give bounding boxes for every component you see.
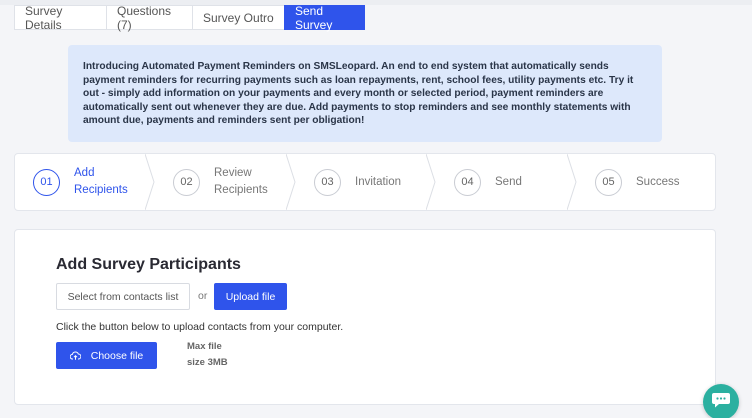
- step-number: 05: [595, 168, 622, 196]
- step-send[interactable]: 04 Send: [436, 154, 577, 210]
- upload-file-button[interactable]: Upload file: [214, 283, 287, 310]
- chat-button[interactable]: [703, 384, 739, 418]
- upload-hint: Click the button below to upload contact…: [56, 321, 344, 333]
- step-label: Add Recipients: [74, 167, 128, 196]
- step-separator: [145, 154, 155, 210]
- step-label: Success: [636, 175, 680, 188]
- add-participants-card: Add Survey Participants Select from cont…: [14, 229, 716, 405]
- step-number: 03: [314, 168, 341, 196]
- tab-questions[interactable]: Questions (7): [106, 4, 192, 32]
- step-number: 01: [33, 168, 60, 196]
- step-number: 02: [173, 168, 200, 196]
- step-number: 04: [454, 168, 481, 196]
- max-file-size: Max file size 3MB: [187, 341, 228, 368]
- cloud-upload-icon: [69, 351, 81, 360]
- tab-survey-details[interactable]: Survey Details: [14, 4, 106, 32]
- or-label: or: [198, 290, 208, 302]
- step-separator: [286, 154, 296, 210]
- tab-send-survey[interactable]: Send Survey: [284, 4, 365, 32]
- step-label: Review Recipients: [214, 167, 268, 196]
- step-success[interactable]: 05 Success: [577, 154, 715, 210]
- tab-survey-outro[interactable]: Survey Outro: [192, 5, 284, 30]
- send-steps: 01 Add Recipients 02 Review Recipients 0…: [14, 153, 716, 211]
- step-review-recipients[interactable]: 02 Review Recipients: [155, 154, 296, 210]
- step-label: Invitation: [355, 175, 402, 188]
- select-contacts-button[interactable]: Select from contacts list: [56, 283, 190, 310]
- payment-reminders-notice: Introducing Automated Payment Reminders …: [68, 45, 662, 142]
- step-invitation[interactable]: 03 Invitation: [296, 154, 436, 210]
- step-label: Send: [495, 175, 522, 188]
- step-separator: [567, 154, 577, 210]
- notice-text: Introducing Automated Payment Reminders …: [83, 61, 634, 127]
- choose-file-button[interactable]: Choose file: [56, 342, 157, 369]
- choose-file-label: Choose file: [90, 349, 144, 362]
- step-separator: [426, 154, 436, 210]
- step-add-recipients[interactable]: 01 Add Recipients: [15, 154, 155, 210]
- chat-icon: [711, 391, 731, 414]
- page-title: Add Survey Participants: [56, 256, 241, 273]
- survey-tabs: Survey Details Questions (7) Survey Outr…: [14, 4, 365, 32]
